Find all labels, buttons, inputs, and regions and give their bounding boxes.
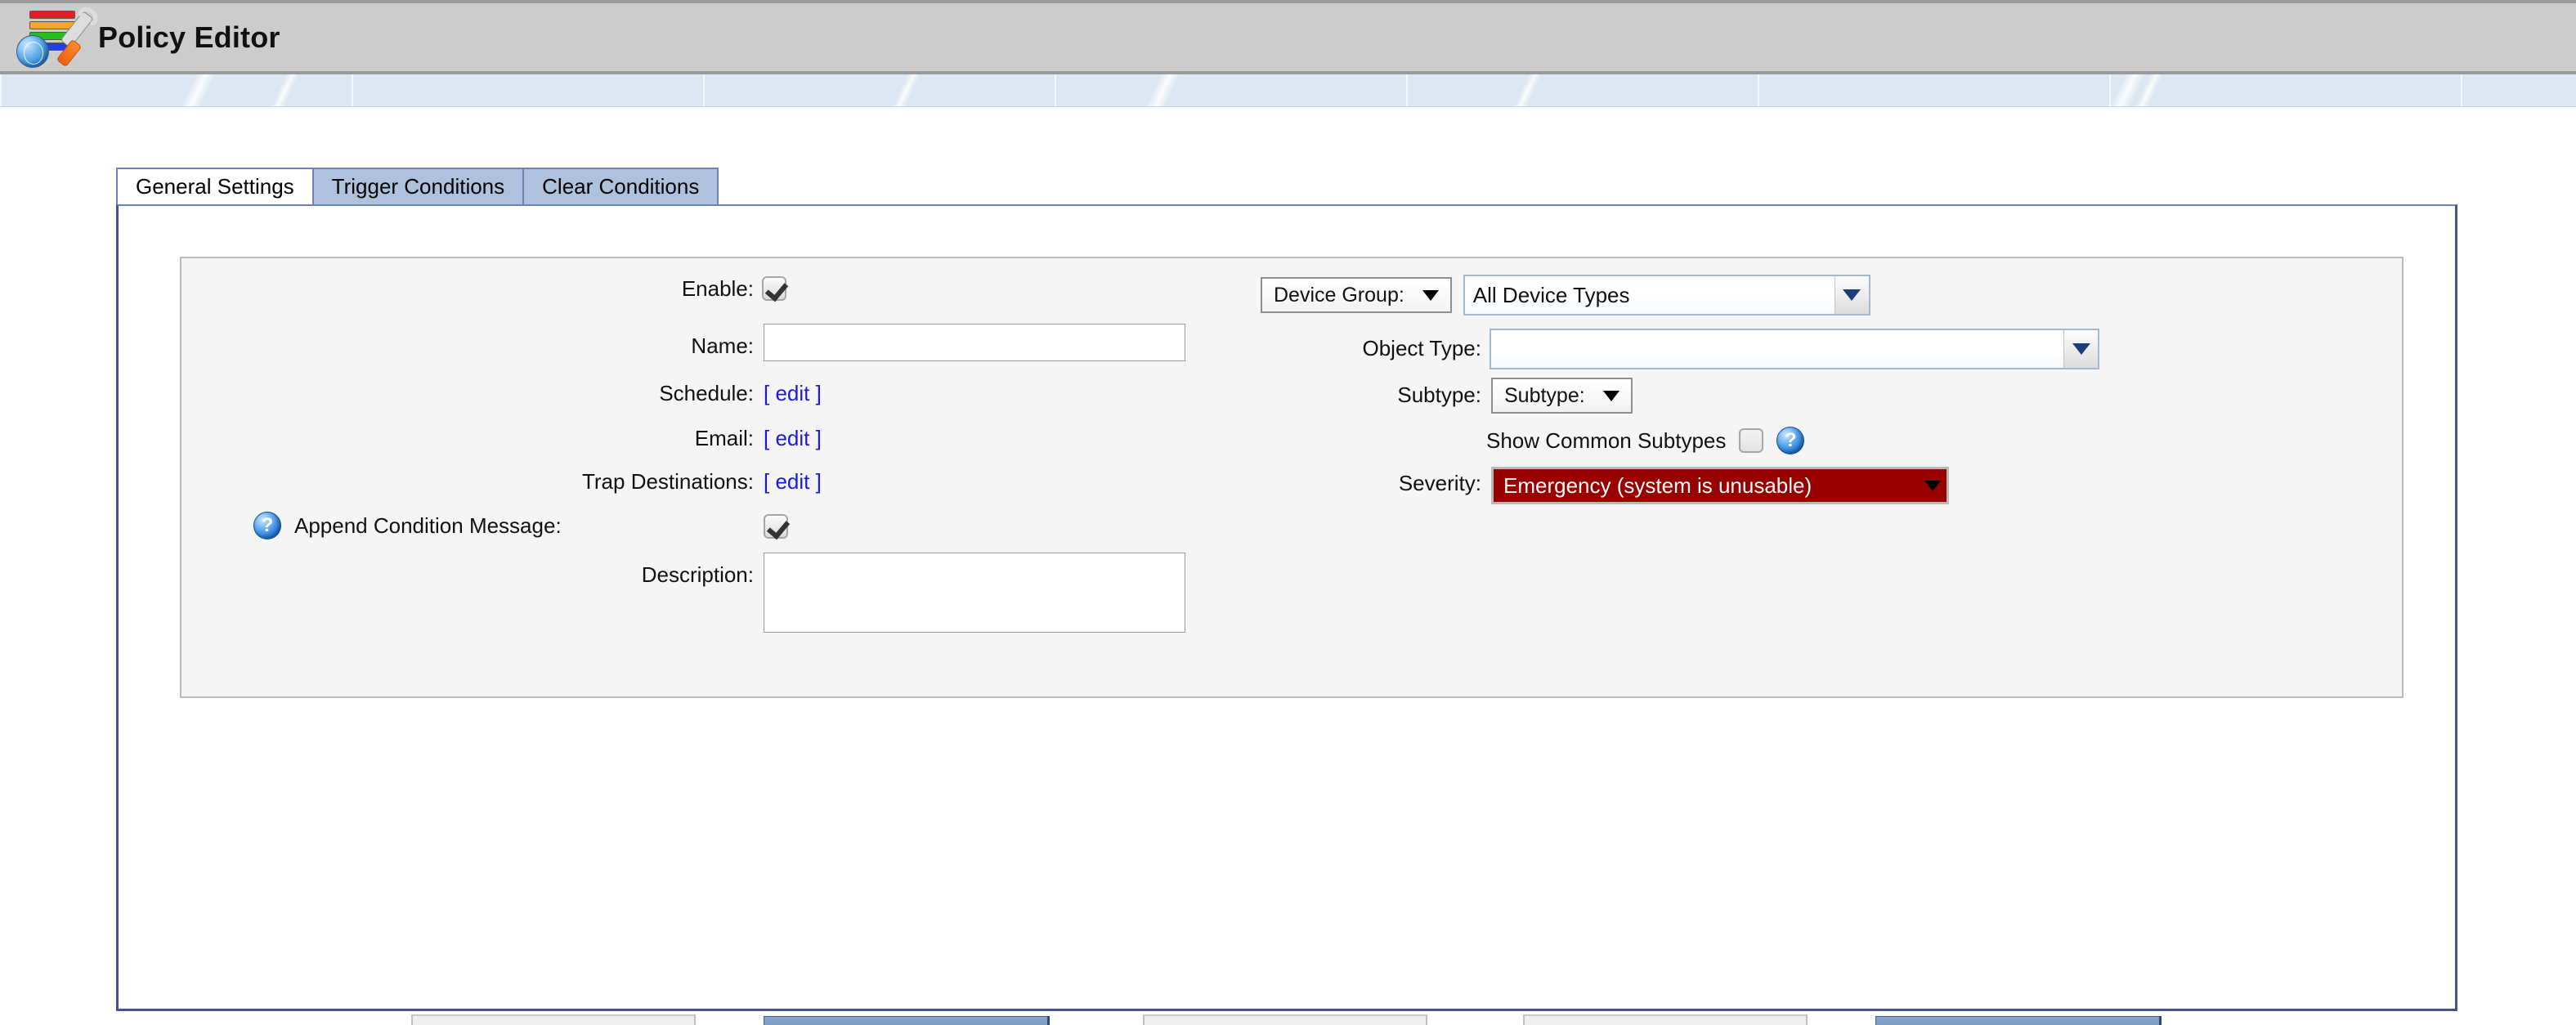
email-label: Email: [694, 426, 754, 450]
tab-clear-conditions[interactable]: Clear Conditions [522, 168, 719, 204]
device-group-value: All Device Types [1472, 282, 1630, 307]
policy-editor-icon [11, 7, 94, 68]
append-condition-row: ? Append Condition Message: [253, 512, 562, 539]
tab-bar: General Settings Trigger Conditions Clea… [116, 168, 719, 204]
device-group-button[interactable]: Device Group: [1261, 277, 1452, 313]
trap-destinations-edit-link[interactable]: [ edit ] [764, 469, 822, 495]
chevron-down-icon [2072, 343, 2090, 355]
schedule-row: Schedule: [181, 381, 754, 406]
show-common-subtypes-row: Show Common Subtypes ? [1486, 427, 1805, 454]
delete-button[interactable]: Delete [1523, 1014, 1808, 1025]
save-button[interactable]: Save [411, 1014, 696, 1025]
chevron-down-icon [1843, 289, 1861, 301]
description-label: Description: [641, 562, 754, 587]
description-input-wrap [764, 553, 1185, 633]
object-type-select[interactable] [1490, 329, 2099, 369]
title-bar: Policy Editor [0, 0, 2576, 74]
device-group-select[interactable]: All Device Types [1463, 275, 1870, 316]
action-button-bar: Save Save as New Cancel Delete Policy Br… [0, 1014, 2576, 1025]
enable-checkbox-wrap [762, 276, 786, 301]
subtype-button[interactable]: Subtype: [1491, 378, 1633, 414]
schedule-label: Schedule: [659, 381, 754, 405]
object-type-label-row: Object Type: [1261, 336, 1482, 361]
show-common-subtypes-checkbox[interactable] [1739, 428, 1764, 453]
show-common-subtypes-label: Show Common Subtypes [1486, 427, 1727, 453]
device-group-button-label: Device Group: [1274, 284, 1404, 307]
policy-browser-button[interactable]: Policy Browser [1875, 1016, 2162, 1025]
enable-row: Enable: [181, 276, 754, 302]
severity-select[interactable]: Emergency (system is unusable) [1491, 467, 1949, 504]
email-row: Email: [181, 426, 754, 451]
subtype-label: Subtype: [1397, 383, 1481, 407]
name-label: Name: [691, 333, 754, 358]
name-row: Name: [181, 333, 754, 359]
chevron-down-icon [1924, 480, 1941, 491]
subtype-button-label: Subtype: [1504, 384, 1585, 407]
severity-label: Severity: [1398, 471, 1481, 495]
name-input-wrap [764, 324, 1185, 361]
append-condition-help-icon[interactable]: ? [253, 512, 281, 539]
cancel-button[interactable]: Cancel [1143, 1014, 1427, 1025]
severity-label-row: Severity: [1261, 471, 1481, 496]
append-condition-checkbox[interactable] [764, 514, 788, 539]
subtype-label-row: Subtype: [1261, 383, 1481, 408]
severity-value: Emergency (system is unusable) [1503, 472, 1812, 498]
show-common-subtypes-help-icon[interactable]: ? [1776, 427, 1805, 454]
description-row: Description: [181, 562, 754, 588]
trap-destinations-label: Trap Destinations: [581, 469, 754, 494]
trap-link-wrap: [ edit ] [764, 469, 822, 495]
email-edit-link[interactable]: [ edit ] [764, 426, 822, 451]
tab-trigger-conditions[interactable]: Trigger Conditions [311, 168, 525, 204]
page-title: Policy Editor [98, 20, 280, 54]
device-group-row: Device Group: All Device Types [1261, 275, 1870, 316]
save-as-new-button[interactable]: Save as New [764, 1016, 1050, 1025]
subtype-button-wrap: Subtype: [1491, 378, 1633, 414]
chevron-down-icon [1602, 390, 1620, 401]
object-type-select-wrap [1490, 329, 2099, 369]
severity-select-wrap: Emergency (system is unusable) [1491, 467, 1949, 504]
globe-icon [16, 34, 49, 68]
email-link-wrap: [ edit ] [764, 426, 822, 451]
enable-label: Enable: [681, 276, 754, 301]
append-checkbox-wrap [764, 514, 788, 539]
schedule-link-wrap: [ edit ] [764, 381, 822, 406]
device-group-select-arrow [1834, 276, 1869, 314]
chevron-down-icon [1422, 289, 1439, 301]
object-type-select-arrow [2063, 330, 2098, 368]
name-input[interactable] [764, 324, 1185, 361]
tab-general-settings[interactable]: General Settings [116, 168, 314, 204]
general-settings-panel: Enable: Name: Schedule: [ edit ] Email: … [116, 204, 2457, 1011]
schedule-edit-link[interactable]: [ edit ] [764, 381, 822, 406]
description-textarea[interactable] [764, 553, 1185, 633]
object-type-label: Object Type: [1362, 336, 1482, 360]
severity-select-arrow [1919, 480, 1947, 491]
settings-form-box: Enable: Name: Schedule: [ edit ] Email: … [180, 257, 2404, 698]
decorative-banner [0, 74, 2576, 107]
trap-destinations-row: Trap Destinations: [181, 469, 754, 495]
append-condition-label: Append Condition Message: [294, 512, 562, 538]
enable-checkbox[interactable] [762, 276, 786, 301]
